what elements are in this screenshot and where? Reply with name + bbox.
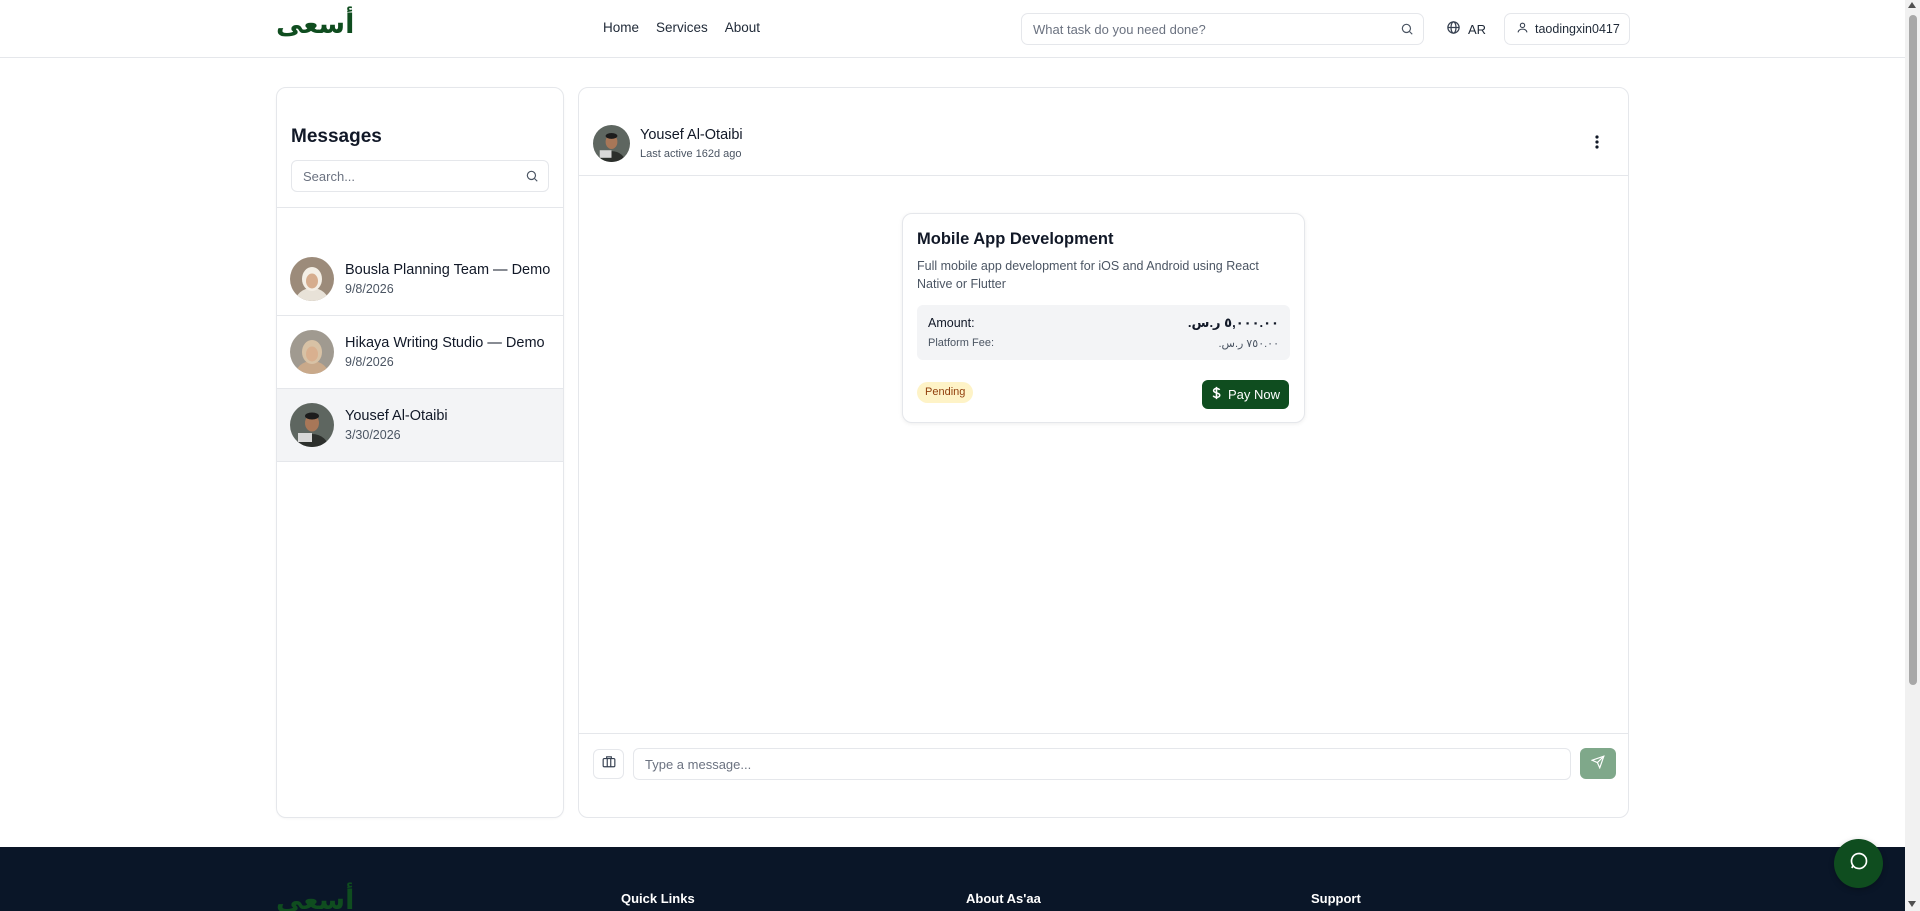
- conversation-search-input[interactable]: [292, 161, 512, 191]
- send-icon: [1590, 755, 1605, 772]
- platform-fee-label: Platform Fee:: [928, 337, 995, 349]
- send-button[interactable]: [1580, 748, 1616, 779]
- conversation-date: 9/8/2026: [345, 355, 394, 369]
- chat-bubble-icon: [1849, 851, 1869, 876]
- task-search-box: [1021, 13, 1424, 45]
- contact-last-active: Last active 162d ago: [640, 148, 742, 160]
- offer-card: Mobile App Development Full mobile app d…: [902, 213, 1305, 423]
- contact-name: Yousef Al-Otaibi: [640, 127, 743, 143]
- scroll-up-arrow[interactable]: [1908, 2, 1916, 8]
- globe-icon: [1446, 20, 1461, 38]
- username: taodingxin0417: [1535, 22, 1620, 36]
- search-icon[interactable]: [1400, 22, 1414, 41]
- conversation-date: 3/30/2026: [345, 428, 401, 442]
- offer-title: Mobile App Development: [917, 230, 1114, 248]
- message-input[interactable]: [633, 748, 1571, 780]
- kebab-menu-icon[interactable]: [1595, 135, 1599, 154]
- divider: [277, 207, 563, 208]
- briefcase-icon: [602, 755, 616, 773]
- user-icon: [1516, 21, 1529, 37]
- conversation-date: 9/8/2026: [345, 282, 394, 296]
- main-nav: Home Services About: [603, 20, 760, 35]
- platform-fee-value: ٧٥٠.٠٠ ر.س.: [1218, 338, 1279, 350]
- scroll-down-arrow[interactable]: [1908, 901, 1916, 907]
- logo[interactable]: أسعى: [276, 9, 354, 40]
- dollar-icon: [1211, 386, 1222, 403]
- pay-now-button[interactable]: Pay Now: [1202, 380, 1289, 409]
- amount-label: Amount:: [928, 316, 975, 330]
- page-footer: أسعى Quick Links About As'aa Support: [0, 847, 1905, 911]
- top-header: أسعى Home Services About AR taodingxin04…: [0, 0, 1905, 58]
- avatar: [290, 257, 334, 301]
- conversation-list: Bousla Planning Team — Demo 9/8/2026 Hik…: [277, 243, 563, 462]
- conversation-item[interactable]: Hikaya Writing Studio — Demo 9/8/2026: [277, 316, 563, 389]
- conversation-item[interactable]: Bousla Planning Team — Demo 9/8/2026: [277, 243, 563, 316]
- contact-avatar: [593, 125, 630, 162]
- conversation-name: Yousef Al-Otaibi: [345, 408, 448, 424]
- chat-header: Yousef Al-Otaibi Last active 162d ago: [579, 88, 1628, 176]
- footer-logo: أسعى: [276, 885, 355, 911]
- scroll-thumb[interactable]: [1909, 15, 1917, 685]
- offer-amount-box: Amount: ٥,٠٠٠.٠٠ ر.س. Platform Fee: ٧٥٠.…: [917, 305, 1290, 360]
- message-composer: [579, 733, 1628, 817]
- footer-support-heading: Support: [1311, 891, 1361, 906]
- sidebar-title: Messages: [291, 126, 382, 147]
- offer-description: Full mobile app development for iOS and …: [917, 259, 1259, 291]
- conversation-name: Bousla Planning Team — Demo: [345, 262, 551, 278]
- user-menu-button[interactable]: taodingxin0417: [1504, 13, 1630, 45]
- language-switcher[interactable]: AR: [1446, 20, 1486, 38]
- status-badge: Pending: [917, 382, 974, 403]
- footer-about-heading: About As'aa: [966, 891, 1041, 906]
- conversation-search-box: [291, 160, 549, 192]
- amount-value: ٥,٠٠٠.٠٠ ر.س.: [1187, 315, 1279, 330]
- pay-now-label: Pay Now: [1227, 387, 1281, 402]
- task-search-input[interactable]: [1022, 14, 1382, 44]
- messages-sidebar: Messages Bousla Planning Team — Demo 9/8…: [276, 87, 564, 818]
- nav-home[interactable]: Home: [603, 20, 639, 35]
- conversation-name: Hikaya Writing Studio — Demo: [345, 335, 545, 351]
- search-icon[interactable]: [525, 169, 539, 188]
- conversation-item-active[interactable]: Yousef Al-Otaibi 3/30/2026: [277, 389, 563, 462]
- page-scrollbar[interactable]: [1905, 0, 1920, 911]
- avatar: [290, 330, 334, 374]
- language-label: AR: [1468, 21, 1487, 37]
- nav-services[interactable]: Services: [656, 20, 708, 35]
- nav-about[interactable]: About: [725, 20, 760, 35]
- create-offer-button[interactable]: [593, 749, 624, 779]
- chat-panel: Yousef Al-Otaibi Last active 162d ago Mo…: [578, 87, 1629, 818]
- footer-quick-links-heading: Quick Links: [621, 891, 695, 906]
- support-chat-button[interactable]: [1834, 839, 1883, 888]
- avatar: [290, 403, 334, 447]
